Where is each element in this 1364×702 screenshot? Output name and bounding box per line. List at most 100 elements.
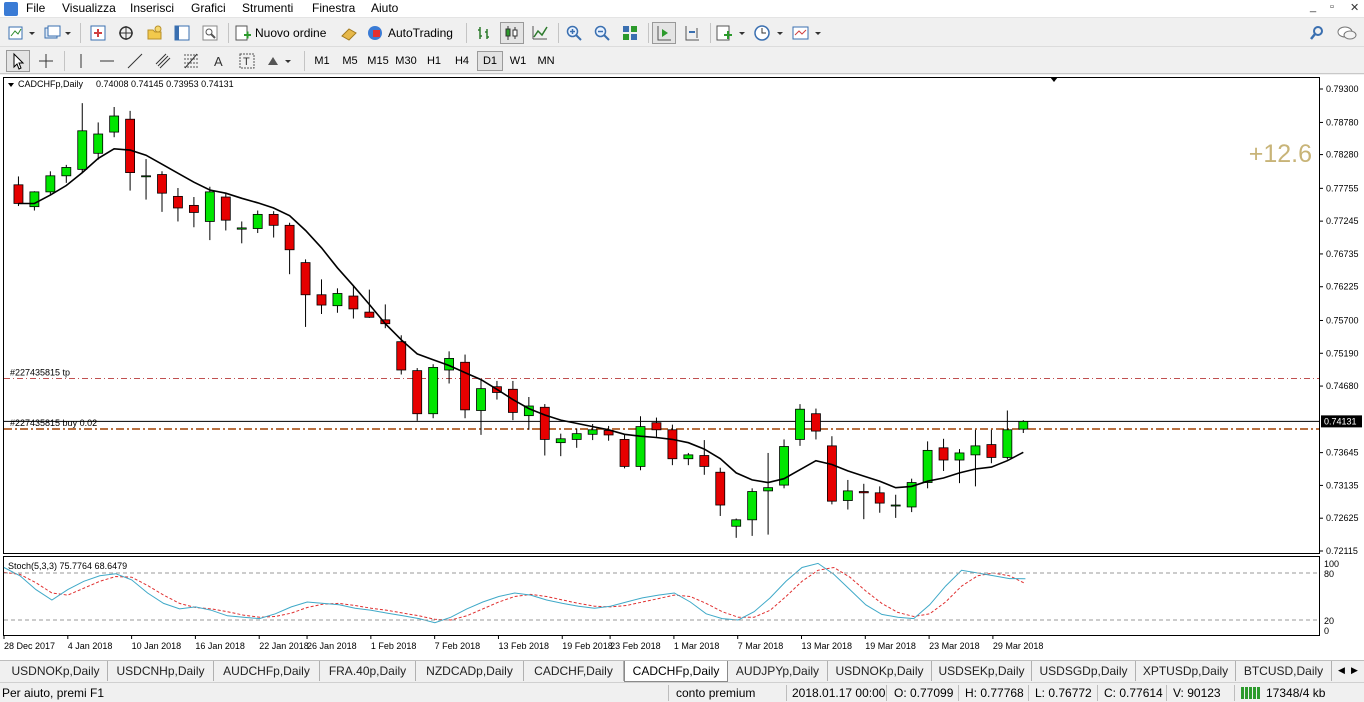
arrows-button[interactable] — [264, 50, 296, 72]
close-button[interactable]: ✕ — [1350, 1, 1359, 14]
tab-audchfp[interactable]: AUDCHFp,Daily — [214, 661, 320, 681]
timeframe-h4[interactable]: H4 — [449, 51, 475, 71]
status-volume: V: 90123 — [1173, 686, 1221, 700]
timeframe-m1[interactable]: M1 — [309, 51, 335, 71]
candlestick-button[interactable] — [500, 22, 524, 44]
tab-scroll-right-icon[interactable]: ▶ — [1351, 665, 1358, 676]
market-watch-button[interactable] — [86, 22, 110, 44]
candle-body — [842, 490, 853, 501]
candle — [795, 404, 805, 446]
menu-visualizza[interactable]: Visualizza — [62, 1, 116, 15]
menu-file[interactable]: File — [26, 1, 45, 15]
candle — [428, 364, 439, 419]
price-tick-label: 0.75700 — [1326, 315, 1359, 325]
connection-status-icon[interactable] — [1240, 686, 1262, 700]
crosshair-button[interactable] — [34, 50, 58, 72]
periods-icon — [754, 25, 783, 41]
vertical-line-button[interactable] — [70, 50, 92, 72]
menu-strumenti[interactable]: Strumenti — [242, 1, 293, 15]
tab-usdsekp[interactable]: USDSEKp,Daily — [932, 661, 1032, 681]
indicators-button[interactable] — [714, 22, 748, 44]
tab-xptusdp[interactable]: XPTUSDp,Daily — [1136, 661, 1236, 681]
timeframe-m5[interactable]: M5 — [337, 51, 363, 71]
autotrading-button[interactable]: AutoTrading — [366, 22, 460, 44]
candle-body — [811, 413, 821, 432]
line-chart-button[interactable] — [528, 22, 552, 44]
chart-shift-button[interactable] — [680, 22, 704, 44]
status-low: L: 0.76772 — [1035, 686, 1092, 700]
trendline-button[interactable] — [124, 50, 146, 72]
menu-grafici[interactable]: Grafici — [191, 1, 226, 15]
tab-scroll-left-icon[interactable]: ◀ — [1338, 665, 1345, 676]
candle-body — [77, 130, 88, 170]
timeframe-d1[interactable]: D1 — [477, 51, 503, 71]
date-tick-label: 13 Feb 2018 — [498, 641, 549, 651]
chat-button[interactable] — [1334, 22, 1360, 44]
candle-body — [93, 133, 104, 154]
chat-icon — [1337, 26, 1357, 40]
tab-nzdcadp[interactable]: NZDCADp,Daily — [416, 661, 524, 681]
horizontal-line-button[interactable] — [96, 50, 118, 72]
timeframe-m30[interactable]: M30 — [393, 51, 419, 71]
timeframe-mn[interactable]: MN — [533, 51, 559, 71]
tab-cadchfp[interactable]: CADCHFp,Daily — [624, 661, 728, 682]
tab-audjpyp[interactable]: AUDJPYp,Daily — [728, 661, 828, 681]
zoom-out-button[interactable] — [590, 22, 614, 44]
text-label-button[interactable]: T — [236, 50, 258, 72]
terminal-button[interactable] — [170, 22, 194, 44]
status-profile[interactable]: conto premium — [676, 686, 755, 700]
candle-body — [731, 519, 742, 527]
candle-body — [954, 452, 965, 461]
timeframe-h1[interactable]: H1 — [421, 51, 447, 71]
periods-button[interactable] — [752, 22, 786, 44]
date-tick-label: 23 Feb 2018 — [610, 641, 661, 651]
tab-btcusd[interactable]: BTCUSD,Daily — [1236, 661, 1332, 681]
terminal-icon — [174, 25, 190, 41]
new-order-label: Nuovo ordine — [255, 26, 327, 40]
line-studies-toolbar: A T M1 M5 M15 M30 H1 H4 D1 W1 MN — [0, 48, 1364, 74]
bar-chart-button[interactable] — [472, 22, 496, 44]
new-chart-button[interactable] — [6, 22, 38, 44]
navigator-button[interactable] — [142, 22, 166, 44]
candle-body — [125, 118, 135, 173]
search-button[interactable] — [1306, 22, 1328, 44]
tab-usdnokp-1[interactable]: USDNOKp,Daily — [4, 661, 108, 681]
candle-body — [922, 449, 933, 483]
equidistant-channel-button[interactable] — [152, 50, 174, 72]
data-window-button[interactable] — [114, 22, 138, 44]
timeframe-w1[interactable]: W1 — [505, 51, 531, 71]
tester-button[interactable] — [198, 22, 222, 44]
candle-body — [587, 429, 598, 435]
tab-usdsgdp[interactable]: USDSGDp,Daily — [1032, 661, 1136, 681]
menu-finestra[interactable]: Finestra — [312, 1, 355, 15]
tile-windows-button[interactable] — [618, 22, 642, 44]
timeframe-m15[interactable]: M15 — [365, 51, 391, 71]
tab-fra40p[interactable]: FRA.40p,Daily — [320, 661, 416, 681]
tab-usdnokp-2[interactable]: USDNOKp,Daily — [828, 661, 932, 681]
new-order-icon — [235, 25, 251, 41]
fibonacci-button[interactable] — [180, 50, 202, 72]
new-order-button[interactable]: Nuovo ordine — [234, 22, 332, 44]
app-icon[interactable] — [4, 2, 18, 16]
templates-button[interactable] — [790, 22, 824, 44]
candle-body — [699, 455, 710, 467]
menu-aiuto[interactable]: Aiuto — [371, 1, 398, 15]
tab-usdcnhp[interactable]: USDCNHp,Daily — [108, 661, 214, 681]
chart-canvas[interactable]: 0.79300 0.78780 0.78280 0.77755 0.77245 0.767… — [0, 75, 1364, 660]
menu-inserisci[interactable]: Inserisci — [130, 1, 174, 15]
restore-button[interactable]: ▫ — [1330, 1, 1334, 13]
candle-body — [252, 213, 263, 229]
zoom-in-button[interactable] — [562, 22, 586, 44]
tab-cadchf[interactable]: CADCHF,Daily — [524, 661, 624, 681]
status-help: Per aiuto, premi F1 — [2, 686, 105, 700]
cursor-button[interactable] — [6, 50, 30, 72]
text-button[interactable]: A — [208, 50, 230, 72]
fibonacci-icon — [184, 53, 198, 69]
chart-window[interactable]: 0.79300 0.78780 0.78280 0.77755 0.77245 0.767… — [0, 75, 1364, 660]
main-chart-frame — [3, 77, 1320, 554]
profiles-button[interactable] — [42, 22, 74, 44]
candle-body — [970, 445, 981, 456]
minimize-button[interactable]: _ — [1310, 1, 1316, 13]
expert-advisor-button[interactable] — [338, 22, 360, 44]
auto-scroll-button[interactable] — [652, 22, 676, 44]
